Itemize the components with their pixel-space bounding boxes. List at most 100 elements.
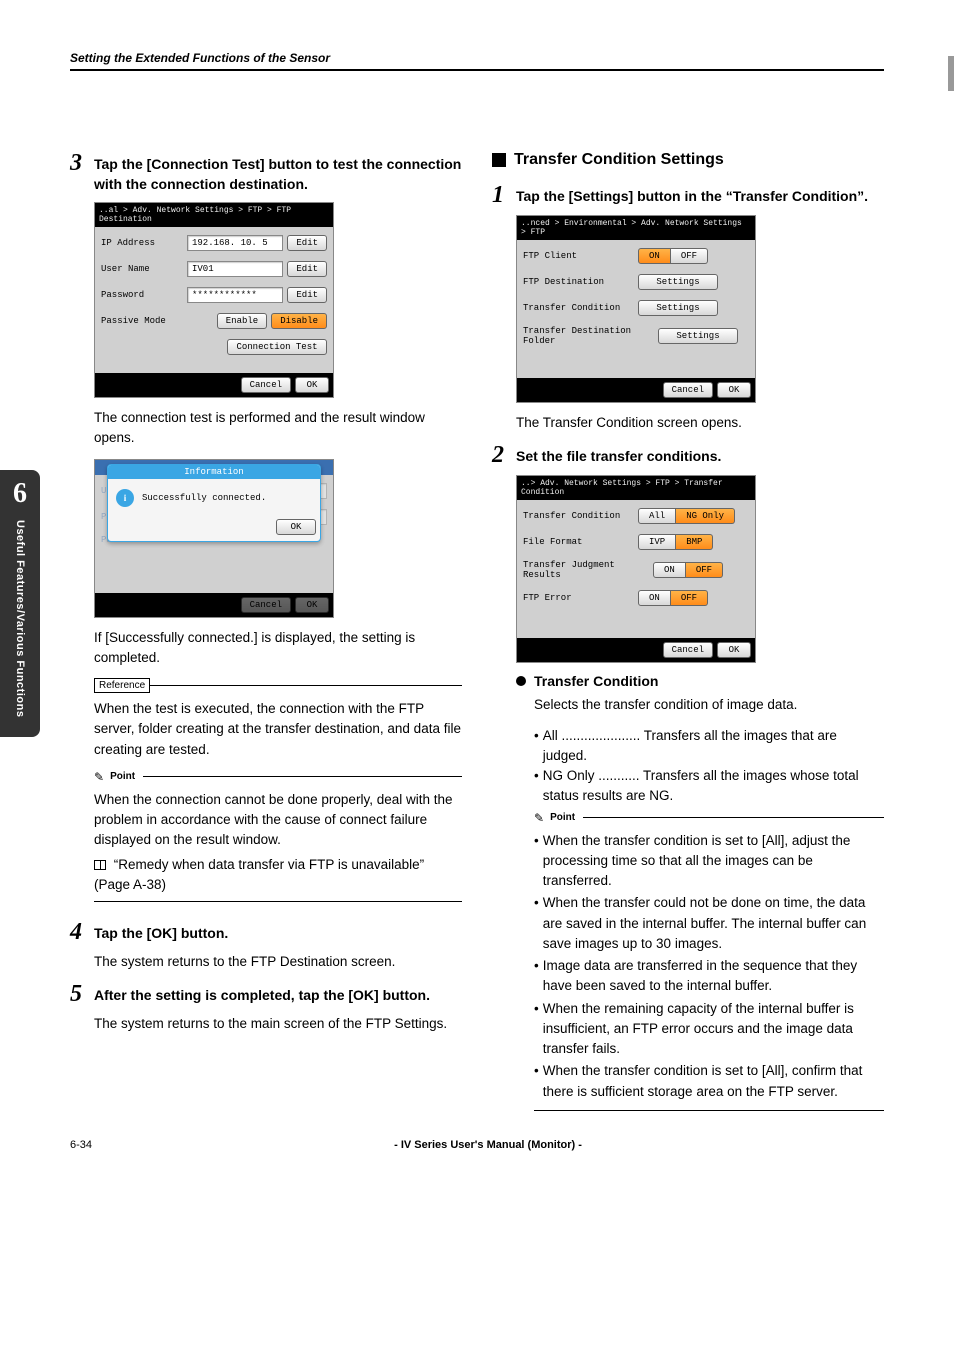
manual-title: - IV Series User's Manual (Monitor) - [394, 1139, 582, 1151]
point-bullet: •When the transfer could not be done on … [534, 893, 884, 954]
reference-label: Reference [94, 678, 150, 693]
step-3: 3 Tap the [Connection Test] button to te… [70, 151, 462, 194]
transfer-condition-screenshot: ..> Adv. Network Settings > FTP > Transf… [516, 475, 884, 663]
point-box: ✎ Point When the connection cannot be do… [94, 770, 462, 902]
ivp-option[interactable]: IVP [638, 534, 676, 550]
step-number: 2 [492, 443, 510, 467]
on-option[interactable]: ON [638, 590, 671, 606]
page-edge-marker [948, 56, 954, 91]
bullet-icon: • [534, 893, 539, 954]
ok-button[interactable]: OK [717, 642, 751, 658]
breadcrumb: ..nced > Environmental > Adv. Network Se… [517, 216, 755, 240]
point-bullet: •When the remaining capacity of the inte… [534, 999, 884, 1060]
all-option[interactable]: All [638, 508, 676, 524]
point-text: When the connection cannot be done prope… [94, 790, 462, 851]
ok-button[interactable]: OK [717, 382, 751, 398]
step-title: After the setting is completed, tap the … [94, 982, 430, 1006]
bullet-icon: • [534, 766, 539, 807]
ftp-error-label: FTP Error [523, 593, 638, 603]
format-label: File Format [523, 537, 638, 547]
step-4: 4 Tap the [OK] button. [70, 920, 462, 944]
bullet-icon: • [534, 726, 539, 767]
step-2: 2 Set the file transfer conditions. [492, 443, 884, 467]
enable-button[interactable]: Enable [217, 313, 267, 329]
on-option[interactable]: ON [638, 248, 671, 264]
settings-button[interactable]: Settings [638, 300, 718, 316]
tc-label: Transfer Condition [523, 511, 638, 521]
edit-button[interactable]: Edit [287, 235, 327, 251]
point-label: Point [550, 812, 575, 823]
point-bullet: •When the transfer condition is set to [… [534, 1061, 884, 1102]
step-5: 5 After the setting is completed, tap th… [70, 982, 462, 1006]
bullet-text: When the transfer could not be done on t… [543, 893, 884, 954]
book-icon [94, 860, 106, 870]
passive-label: Passive Mode [101, 316, 183, 326]
step-title: Tap the [Connection Test] button to test… [94, 151, 462, 194]
bullet-icon: • [534, 999, 539, 1060]
dialog-ok-button[interactable]: OK [276, 519, 316, 535]
judge-label: Transfer Judgment Results [523, 560, 653, 580]
connection-test-button[interactable]: Connection Test [227, 339, 327, 355]
right-column: Transfer Condition Settings 1 Tap the [S… [492, 151, 884, 1111]
edit-button[interactable]: Edit [287, 287, 327, 303]
dots: ........... [598, 768, 639, 783]
ok-button[interactable]: OK [295, 377, 329, 393]
ng-only-option[interactable]: NG Only [676, 508, 735, 524]
header-title: Setting the Extended Functions of the Se… [70, 51, 330, 65]
password-label: Password [101, 290, 183, 300]
settings-button[interactable]: Settings [658, 328, 738, 344]
ip-input[interactable]: 192.168. 10. 5 [187, 235, 283, 251]
settings-button[interactable]: Settings [638, 274, 718, 290]
step-number: 5 [70, 982, 88, 1006]
point-link: “Remedy when data transfer via FTP is un… [94, 857, 424, 892]
point-bullet: •When the transfer condition is set to [… [534, 831, 884, 892]
cancel-button[interactable]: Cancel [241, 377, 291, 393]
bullet-text: When the transfer condition is set to [A… [543, 831, 884, 892]
bmp-option[interactable]: BMP [676, 534, 713, 550]
step-1: 1 Tap the [Settings] button in the “Tran… [492, 183, 884, 207]
cancel-button[interactable]: Cancel [663, 642, 713, 658]
edit-button[interactable]: Edit [287, 261, 327, 277]
password-input[interactable]: ************ [187, 287, 283, 303]
page-number: 6-34 [70, 1139, 92, 1151]
tc-toggle[interactable]: All NG Only [638, 508, 735, 524]
point-label: Point [110, 771, 135, 782]
step5-text: The system returns to the main screen of… [94, 1014, 462, 1034]
step3-result-text: The connection test is performed and the… [94, 408, 462, 449]
step-title: Tap the [Settings] button in the “Transf… [516, 183, 868, 207]
bullet-icon: • [534, 1061, 539, 1102]
ip-label: IP Address [101, 238, 183, 248]
ftp-client-toggle[interactable]: ON OFF [638, 248, 708, 264]
off-option[interactable]: OFF [686, 562, 723, 578]
left-column: 3 Tap the [Connection Test] button to te… [70, 151, 462, 1111]
step-number: 3 [70, 151, 88, 175]
cancel-button[interactable]: Cancel [663, 382, 713, 398]
disable-button[interactable]: Disable [271, 313, 327, 329]
ftp-settings-screenshot: ..nced > Environmental > Adv. Network Se… [516, 215, 884, 403]
section-heading: Transfer Condition Settings [492, 151, 884, 169]
step-number: 4 [70, 920, 88, 944]
info-icon: i [116, 489, 134, 507]
square-bullet-icon [492, 153, 506, 167]
point-icon: ✎ [534, 811, 544, 825]
point-bullet: •Image data are transferred in the seque… [534, 956, 884, 997]
off-option[interactable]: OFF [671, 590, 708, 606]
format-toggle[interactable]: IVP BMP [638, 534, 713, 550]
bullet-icon: • [534, 831, 539, 892]
step-title: Set the file transfer conditions. [516, 443, 721, 467]
subsection-intro: Selects the transfer condition of image … [534, 695, 884, 715]
dot-bullet-icon [516, 676, 526, 686]
username-input[interactable]: IV01 [187, 261, 283, 277]
bullet-key: All [543, 728, 558, 743]
ftp-error-toggle[interactable]: ON OFF [638, 590, 708, 606]
ftp-destination-label: FTP Destination [523, 277, 638, 287]
point-bullets-container: •When the transfer condition is set to [… [534, 825, 884, 1110]
step3-success-text: If [Successfully connected.] is displaye… [94, 628, 462, 669]
off-option[interactable]: OFF [671, 248, 708, 264]
step1-after: The Transfer Condition screen opens. [516, 413, 884, 433]
breadcrumb: ..al > Adv. Network Settings > FTP > FTP… [95, 203, 333, 227]
page-footer: 6-34 - IV Series User's Manual (Monitor)… [70, 1139, 884, 1151]
judge-toggle[interactable]: ON OFF [653, 562, 723, 578]
info-dialog-screenshot: User NameIV01 Password************ Passi… [94, 459, 334, 618]
on-option[interactable]: ON [653, 562, 686, 578]
